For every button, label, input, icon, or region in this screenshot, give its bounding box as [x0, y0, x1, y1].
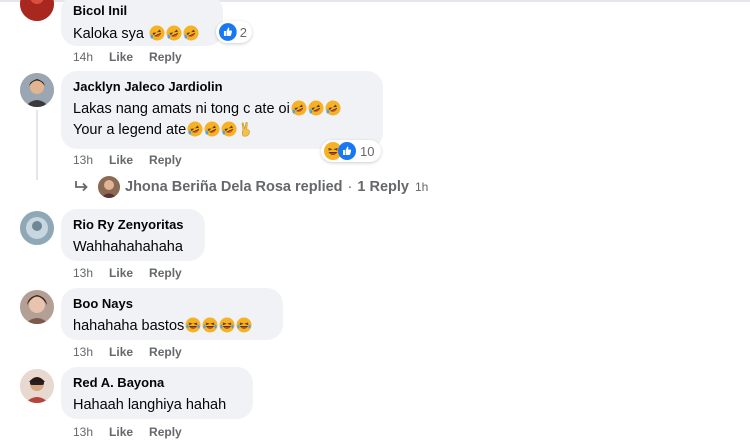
avatar[interactable]	[20, 73, 54, 107]
avatar[interactable]	[98, 176, 120, 198]
comment-actions: 13h Like Reply	[73, 345, 182, 359]
comment-bubble: Rio Ry Zenyoritas Wahhahahahaha	[61, 209, 205, 261]
comment-time[interactable]: 13h	[73, 266, 93, 280]
laughing-emoji	[219, 317, 235, 333]
comment-bubble: Red A. Bayona Hahaah langhiya hahah	[61, 367, 253, 419]
reply-time: 1h	[414, 180, 429, 194]
rofl-emoji	[291, 100, 307, 116]
reply-button[interactable]: Reply	[149, 153, 182, 167]
reply-button[interactable]: Reply	[149, 345, 182, 359]
reply-count[interactable]: 1 Reply	[357, 179, 409, 195]
comment-text: Your a legend ate	[73, 122, 187, 138]
comment-text: hahahaha bastos	[73, 318, 185, 334]
comment-author[interactable]: Boo Nays	[73, 295, 271, 312]
laughing-emoji	[185, 317, 201, 333]
comment-time[interactable]: 14h	[73, 50, 93, 64]
rofl-emoji	[308, 100, 324, 116]
like-reaction-icon	[338, 142, 356, 160]
like-button[interactable]: Like	[109, 50, 133, 64]
separator: ·	[347, 179, 353, 195]
comment-actions: 13h Like Reply	[73, 425, 182, 439]
avatar[interactable]	[20, 369, 54, 403]
reaction-count: 10	[360, 143, 375, 159]
thread-line	[36, 110, 38, 180]
comment-actions: 14h Like Reply	[73, 50, 182, 64]
rofl-emoji	[166, 25, 182, 41]
rofl-emoji	[187, 121, 203, 137]
like-button[interactable]: Like	[109, 153, 133, 167]
reply-button[interactable]: Reply	[149, 50, 182, 64]
reply-button[interactable]: Reply	[149, 425, 182, 439]
laughing-emoji	[236, 317, 252, 333]
comment-text: Lakas nang amats ni tong c ate oi	[73, 101, 290, 117]
reaction-count: 2	[239, 24, 247, 40]
laughing-emoji	[202, 317, 218, 333]
avatar[interactable]	[20, 290, 54, 324]
like-button[interactable]: Like	[109, 345, 133, 359]
rofl-emoji	[183, 25, 199, 41]
avatar[interactable]	[20, 0, 54, 21]
comment-text: Hahaah langhiya hahah	[73, 397, 227, 413]
comment-author[interactable]: Rio Ry Zenyoritas	[73, 216, 193, 233]
avatar[interactable]	[20, 211, 54, 245]
reply-arrow-icon	[75, 181, 88, 192]
comment-text: Wahhahahahaha	[73, 239, 183, 255]
rofl-emoji	[204, 121, 220, 137]
comment-author[interactable]: Red A. Bayona	[73, 374, 241, 391]
comment-author[interactable]: Bicol Inil	[73, 2, 211, 19]
comment-actions: 13h Like Reply	[73, 266, 182, 280]
comment-author[interactable]: Jacklyn Jaleco Jardiolin	[73, 78, 371, 95]
replied-label[interactable]: replied	[295, 179, 343, 195]
comment-bubble: Bicol Inil Kaloka sya	[61, 0, 223, 46]
comment-time[interactable]: 13h	[73, 345, 93, 359]
like-reaction-icon	[219, 23, 237, 41]
victory-hand-emoji	[238, 121, 254, 137]
rofl-emoji	[325, 100, 341, 116]
comment-actions: 13h Like Reply	[73, 153, 182, 167]
reply-button[interactable]: Reply	[149, 266, 182, 280]
view-replies-link[interactable]: Jhona Beriña Dela Rosa replied · 1 Reply…	[74, 176, 428, 198]
like-button[interactable]: Like	[109, 425, 133, 439]
comment-time[interactable]: 13h	[73, 153, 93, 167]
replier-name[interactable]: Jhona Beriña Dela Rosa	[125, 179, 291, 195]
like-button[interactable]: Like	[109, 266, 133, 280]
reaction-summary[interactable]: 2	[216, 21, 252, 43]
comment-text: Kaloka sya	[73, 26, 144, 42]
comment-time[interactable]: 13h	[73, 425, 93, 439]
comment-bubble: Jacklyn Jaleco Jardiolin Lakas nang amat…	[61, 71, 383, 149]
rofl-emoji	[149, 25, 165, 41]
comment-bubble: Boo Nays hahahaha bastos	[61, 288, 283, 340]
reaction-summary[interactable]: 10	[321, 140, 381, 162]
rofl-emoji	[221, 121, 237, 137]
